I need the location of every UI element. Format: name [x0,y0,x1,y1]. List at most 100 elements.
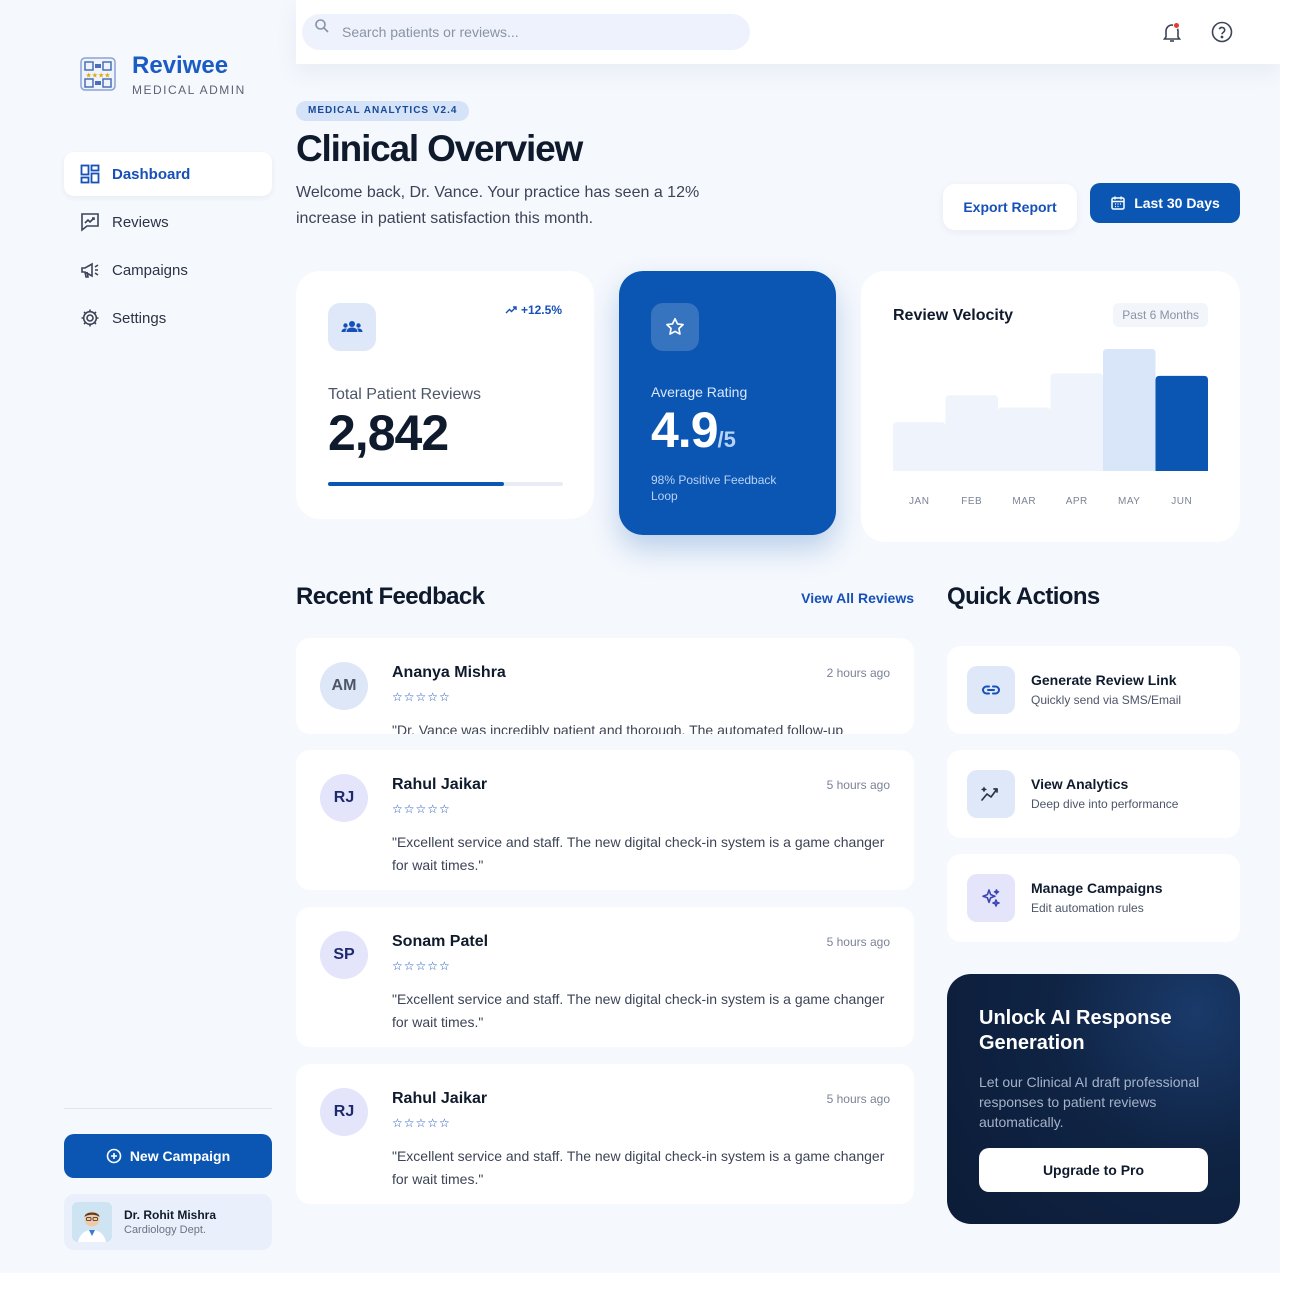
action-subtitle: Deep dive into performance [1031,797,1179,811]
feedback-name: Ananya Mishra [392,664,506,681]
average-rating-card: Average Rating 4.9/5 98% Positive Feedba… [619,271,836,535]
feedback-avatar: RJ [320,1088,368,1136]
action-subtitle: Edit automation rules [1031,901,1144,915]
star-icon [666,317,684,335]
bar-feb [945,395,998,471]
action-icon-box [967,874,1015,922]
sidebar-item-settings[interactable]: Settings [64,296,272,340]
x-tick-label: FEB [961,496,983,507]
page-title: Clinical Overview [296,128,583,169]
search-bar[interactable] [302,14,750,50]
sidebar-nav: Dashboard Reviews Campaigns Settings [64,152,272,344]
feedback-text: "Dr. Vance was incredibly patient and th… [392,722,844,734]
feedback-card[interactable]: RJ Rahul Jaikar 5 hours ago ☆☆☆☆☆ "Excel… [296,1064,914,1204]
reviews-progress-fill [328,482,505,486]
bar-mar [998,407,1051,471]
quick-actions-title: Quick Actions [947,583,1100,610]
date-range-button[interactable]: Last 30 Days [1090,183,1240,223]
sidebar-item-label: Settings [112,309,167,327]
feedback-stars: ☆☆☆☆☆ [392,1116,451,1130]
user-profile-card[interactable]: Dr. Rohit Mishra Cardiology Dept. [64,1194,272,1250]
profile-name: Dr. Rohit Mishra [124,1208,217,1222]
brand-name: Reviwee [132,52,229,79]
new-campaign-label: New Campaign [129,1148,231,1164]
sidebar-item-reviews[interactable]: Reviews [64,200,272,244]
dashboard-icon [80,164,100,184]
search-input[interactable] [342,24,722,40]
manage-campaigns-action[interactable]: Manage Campaigns Edit automation rules [947,854,1240,942]
bar-jun [1155,375,1208,471]
rating-footer: 98% Positive Feedback Loop [651,473,777,503]
generate-review-link-action[interactable]: Generate Review Link Quickly send via SM… [947,646,1240,734]
sidebar-item-dashboard[interactable]: Dashboard [64,152,272,196]
patients-group-icon [341,321,363,332]
bar-may [1103,349,1156,471]
trend-badge: +12.5% [505,303,562,317]
x-tick-label: JUN [1171,496,1193,507]
sparkle-icon [982,889,1000,907]
search-icon [315,19,329,33]
sidebar-divider [64,1108,272,1109]
svg-text:★★★★: ★★★★ [85,72,110,80]
rating-value: 4.9/5 [651,401,736,459]
view-analytics-action[interactable]: View Analytics Deep dive into performanc… [947,750,1240,838]
reviews-progress-bar [328,482,563,486]
date-range-label: Last 30 Days [1134,195,1220,211]
total-reviews-value: 2,842 [328,405,449,461]
feedback-time: 5 hours ago [826,935,890,949]
feedback-name: Sonam Patel [392,933,489,950]
help-icon[interactable] [1210,20,1234,44]
x-tick-label: MAR [1012,496,1037,507]
promo-text: Let our Clinical AI draft professional r… [979,1074,1200,1130]
calendar-icon [1111,196,1125,210]
feedback-avatar: SP [320,931,368,979]
feedback-avatar: RJ [320,774,368,822]
velocity-title: Review Velocity [893,307,1014,324]
trend-value: +12.5% [520,303,562,317]
upgrade-to-pro-button[interactable]: Upgrade to Pro [979,1148,1208,1192]
action-subtitle: Quickly send via SMS/Email [1031,693,1182,707]
x-tick-label: APR [1065,496,1088,507]
feedback-card[interactable]: SP Sonam Patel 5 hours ago ☆☆☆☆☆ "Excell… [296,907,914,1047]
app-window: ★★★★ Reviwee MEDICAL ADMIN Dashboard Rev… [0,0,1280,1273]
feedback-stars: ☆☆☆☆☆ [392,959,451,973]
feedback-avatar: AM [320,662,368,710]
action-title: Manage Campaigns [1031,880,1163,896]
feedback-card[interactable]: RJ Rahul Jaikar 5 hours ago ☆☆☆☆☆ "Excel… [296,750,914,890]
review-velocity-card: Review Velocity Past 6 Months JAN FEB MAR A… [861,271,1240,542]
feedback-name: Rahul Jaikar [392,776,488,793]
profile-department: Cardiology Dept. [124,1224,206,1236]
analytics-icon [981,786,998,801]
velocity-period-tag[interactable]: Past 6 Months [1113,303,1208,327]
action-title: View Analytics [1031,776,1129,792]
page-subtitle: Welcome back, Dr. Vance. Your practice h… [296,184,700,227]
export-report-button[interactable]: Export Report [943,184,1077,230]
feedback-card[interactable]: AM Ananya Mishra 2 hours ago ☆☆☆☆☆ "Dr. … [296,638,914,734]
rating-number: 4.9 [651,402,719,458]
recent-feedback-title: Recent Feedback [296,583,485,610]
action-icon-box [967,666,1015,714]
feedback-time: 5 hours ago [826,1092,890,1106]
feedback-stars: ☆☆☆☆☆ [392,690,451,704]
new-campaign-button[interactable]: New Campaign [64,1134,272,1178]
feedback-text: "Excellent service and staff. The new di… [392,991,885,1030]
feedback-time: 5 hours ago [826,778,890,792]
qr-stars-logo-icon: ★★★★ [80,57,116,91]
patients-icon-box [328,303,376,351]
sidebar: ★★★★ Reviwee MEDICAL ADMIN Dashboard Rev… [0,0,296,1273]
feedback-time: 2 hours ago [826,666,890,680]
brand[interactable]: ★★★★ Reviwee MEDICAL ADMIN [80,52,246,97]
velocity-bar-chart [893,349,1208,471]
sidebar-item-label: Reviews [112,213,169,231]
notification-bell-icon[interactable] [1160,20,1184,44]
view-all-reviews-link[interactable]: View All Reviews [780,590,914,606]
feedback-text: "Excellent service and staff. The new di… [392,1148,885,1187]
velocity-x-axis: JAN FEB MAR APR MAY JUN [893,496,1208,510]
gear-icon [81,309,99,327]
total-reviews-card: +12.5% Total Patient Reviews 2,842 [296,271,594,519]
feedback-stars: ☆☆☆☆☆ [392,802,451,816]
x-tick-label: JAN [909,496,930,507]
sidebar-item-campaigns[interactable]: Campaigns [64,248,272,292]
bar-apr [1050,373,1103,471]
ai-upgrade-promo: Unlock AI Response Generation Let our Cl… [947,974,1240,1224]
